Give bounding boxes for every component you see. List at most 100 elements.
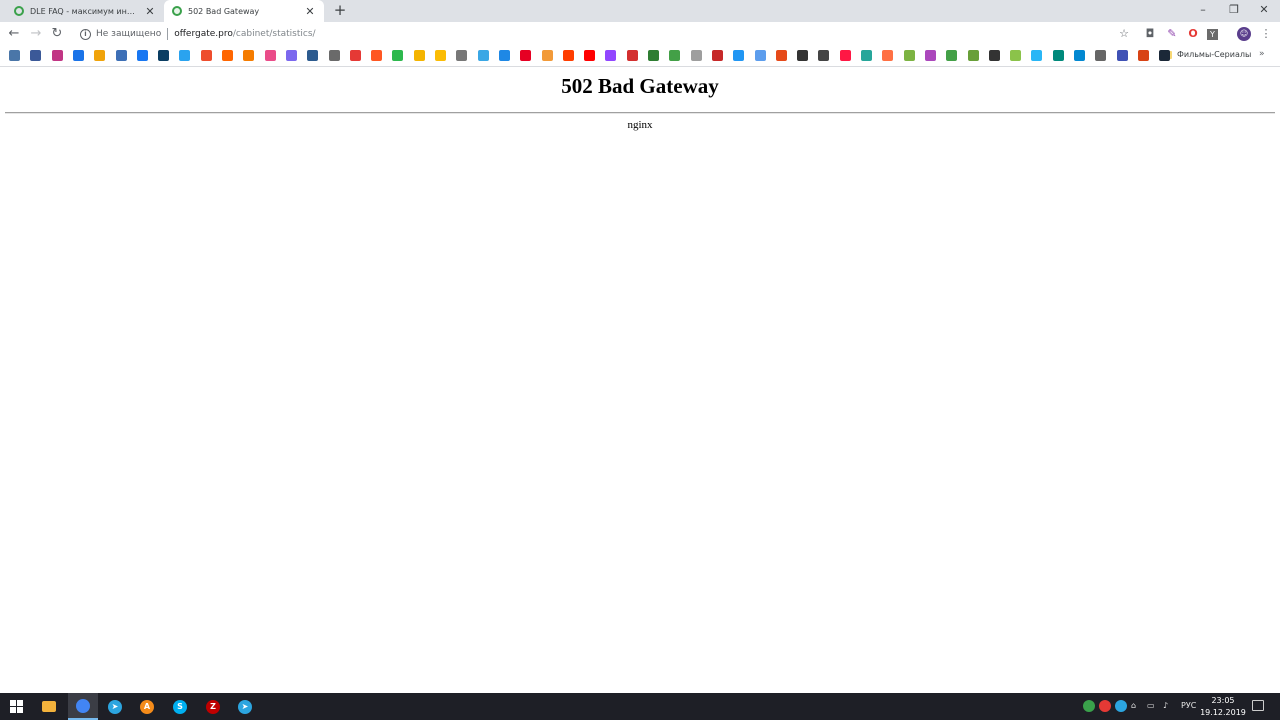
taskbar-clock[interactable]: 23:05 19.12.2019 bbox=[1198, 695, 1248, 719]
bookmark-favicon-icon[interactable] bbox=[1137, 50, 1149, 61]
opera-icon[interactable]: O bbox=[1186, 27, 1200, 41]
bookmark-favicon-icon[interactable] bbox=[94, 50, 106, 61]
close-tab-icon[interactable]: ✕ bbox=[144, 5, 156, 18]
bookmark-favicon-icon[interactable] bbox=[818, 50, 830, 61]
minimize-button[interactable]: – bbox=[1188, 0, 1218, 22]
bookmark-favicon-icon[interactable] bbox=[1052, 50, 1064, 61]
bookmark-favicon-icon[interactable] bbox=[797, 50, 809, 61]
bookmark-favicon-icon[interactable] bbox=[456, 50, 468, 61]
bookmark-favicon-icon[interactable] bbox=[1095, 50, 1107, 61]
bookmark-favicon-icon[interactable] bbox=[584, 50, 596, 61]
action-center-icon[interactable] bbox=[1252, 700, 1264, 711]
bookmark-favicon-icon[interactable] bbox=[839, 50, 851, 61]
taskbar-app-telegram[interactable]: ➤ bbox=[230, 693, 260, 720]
network-tray-icon[interactable]: ⌂ bbox=[1131, 701, 1136, 710]
pen-icon[interactable]: ✎ bbox=[1165, 27, 1179, 41]
maximize-button[interactable]: ❐ bbox=[1219, 0, 1249, 22]
bookmark-favicon-icon[interactable] bbox=[1116, 50, 1128, 61]
close-tab-icon[interactable]: ✕ bbox=[304, 5, 316, 18]
bookmark-favicon-icon[interactable] bbox=[30, 50, 42, 61]
bookmark-favicon-icon[interactable] bbox=[648, 50, 659, 61]
forward-button[interactable]: → bbox=[27, 25, 45, 43]
bookmark-favicon-icon[interactable] bbox=[541, 50, 553, 61]
telegram-tray-icon[interactable] bbox=[1115, 700, 1127, 712]
bookmark-favicon-icon[interactable] bbox=[1159, 50, 1171, 61]
bookmark-favicon-icon[interactable] bbox=[711, 50, 723, 61]
new-tab-button[interactable]: + bbox=[332, 2, 348, 18]
taskbar-app-telegram[interactable]: ➤ bbox=[100, 693, 130, 720]
divider bbox=[167, 28, 169, 40]
camera-icon[interactable]: ◘ bbox=[1143, 27, 1157, 41]
bookmark-favicon-icon[interactable] bbox=[243, 50, 255, 61]
start-button[interactable] bbox=[1, 693, 31, 720]
taskbar-app-file-explorer[interactable] bbox=[34, 693, 64, 720]
language-indicator[interactable]: РУС bbox=[1181, 701, 1196, 710]
address-bar[interactable]: i Не защищено offergate.pro/cabinet/stat… bbox=[74, 24, 1136, 44]
bookmark-favicon-icon[interactable] bbox=[988, 50, 1000, 61]
tab-dle-faq[interactable]: DLE FAQ - максимум информа... ✕ bbox=[6, 0, 164, 22]
url-host[interactable]: offergate.pro bbox=[174, 29, 233, 39]
profile-avatar-icon[interactable]: ☺ bbox=[1237, 27, 1251, 41]
bookmark-favicon-icon[interactable] bbox=[200, 50, 212, 61]
bookmark-favicon-icon[interactable] bbox=[1074, 50, 1085, 61]
taskbar-app-chrome[interactable] bbox=[68, 693, 98, 720]
bookmark-favicon-icon[interactable] bbox=[264, 50, 276, 61]
bookmark-favicon-icon[interactable] bbox=[882, 50, 894, 61]
tab-favicon-icon bbox=[14, 6, 24, 16]
bookmark-favicon-icon[interactable] bbox=[392, 50, 404, 61]
bookmark-favicon-icon[interactable] bbox=[562, 50, 574, 61]
bookmark-favicon-icon[interactable] bbox=[307, 50, 319, 61]
bookmark-favicon-icon[interactable] bbox=[285, 50, 297, 61]
bookmark-favicon-icon[interactable] bbox=[775, 50, 787, 61]
bookmark-favicon-icon[interactable] bbox=[72, 50, 84, 61]
bookmark-favicon-icon[interactable] bbox=[626, 50, 638, 61]
bookmark-favicon-icon[interactable] bbox=[1031, 50, 1043, 61]
bookmark-favicon-icon[interactable] bbox=[435, 50, 446, 61]
bookmark-favicon-icon[interactable] bbox=[1010, 50, 1022, 61]
bookmark-favicon-icon[interactable] bbox=[222, 50, 233, 61]
bookmark-favicon-icon[interactable] bbox=[136, 50, 148, 61]
bookmark-favicon-icon[interactable] bbox=[690, 50, 702, 61]
info-icon[interactable]: i bbox=[80, 28, 91, 40]
menu-kebab-icon[interactable]: ⋮ bbox=[1259, 27, 1273, 41]
url-path[interactable]: /cabinet/statistics/ bbox=[233, 29, 316, 39]
display-tray-icon[interactable]: ▭ bbox=[1147, 701, 1155, 710]
taskbar-app-filezilla[interactable]: Z bbox=[198, 693, 228, 720]
bookmark-favicon-icon[interactable] bbox=[115, 50, 127, 61]
security-label[interactable]: Не защищено bbox=[96, 29, 161, 39]
bookmark-favicon-icon[interactable] bbox=[520, 50, 532, 61]
bookmark-folder-films[interactable]: Фильмы-Сериалы bbox=[1162, 50, 1251, 59]
security-shield-tray-icon[interactable] bbox=[1083, 700, 1095, 712]
bookmark-favicon-icon[interactable] bbox=[967, 50, 979, 61]
bookmark-favicon-icon[interactable] bbox=[51, 50, 63, 61]
taskbar-app-avast[interactable]: A bbox=[132, 693, 162, 720]
close-window-button[interactable]: ✕ bbox=[1249, 0, 1279, 22]
opera-tray-icon[interactable] bbox=[1099, 700, 1111, 712]
bookmark-favicon-icon[interactable] bbox=[413, 50, 425, 61]
reload-button[interactable]: ↻ bbox=[48, 25, 66, 43]
bookmark-favicon-icon[interactable] bbox=[924, 50, 936, 61]
bookmark-favicon-icon[interactable] bbox=[946, 50, 958, 61]
back-button[interactable]: ← bbox=[5, 25, 23, 43]
bookmark-favicon-icon[interactable] bbox=[861, 50, 872, 61]
more-bookmarks-chevron-icon[interactable]: » bbox=[1259, 49, 1265, 59]
bookmark-favicon-icon[interactable] bbox=[349, 50, 361, 61]
bookmark-favicon-icon[interactable] bbox=[669, 50, 681, 61]
bookmark-favicon-icon[interactable] bbox=[477, 50, 489, 61]
bookmark-star-icon[interactable]: ☆ bbox=[1117, 27, 1131, 41]
bookmark-favicon-icon[interactable] bbox=[371, 50, 383, 61]
taskbar-app-skype[interactable]: S bbox=[165, 693, 195, 720]
yandex-icon[interactable]: Y bbox=[1207, 29, 1218, 40]
bookmark-favicon-icon[interactable] bbox=[158, 50, 170, 61]
tab-502-bad-gateway[interactable]: 502 Bad Gateway ✕ bbox=[164, 0, 324, 22]
bookmark-favicon-icon[interactable] bbox=[179, 50, 191, 61]
windows-taskbar: ⌂ ▭ ♪ РУС 23:05 19.12.2019 ➤ A S Z ➤ bbox=[0, 693, 1280, 720]
bookmark-favicon-icon[interactable] bbox=[498, 50, 510, 61]
bookmark-favicon-icon[interactable] bbox=[605, 50, 617, 61]
bookmark-favicon-icon[interactable] bbox=[9, 50, 20, 61]
bookmark-favicon-icon[interactable] bbox=[733, 50, 745, 61]
bookmark-favicon-icon[interactable] bbox=[903, 50, 915, 61]
bookmark-favicon-icon[interactable] bbox=[328, 50, 340, 61]
bookmark-favicon-icon[interactable] bbox=[754, 50, 766, 61]
volume-tray-icon[interactable]: ♪ bbox=[1163, 701, 1168, 710]
